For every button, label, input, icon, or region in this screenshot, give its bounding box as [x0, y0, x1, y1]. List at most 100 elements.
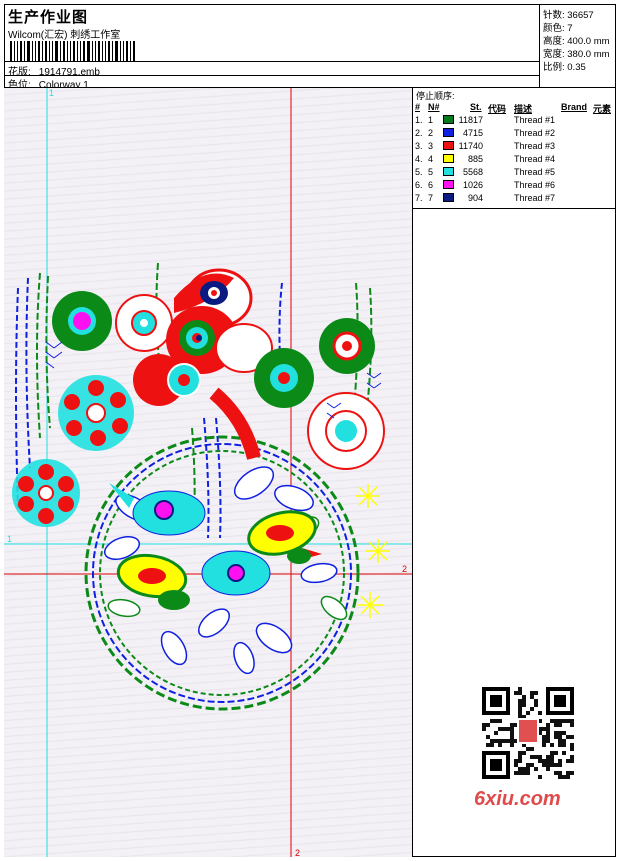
barcode-bar: [38, 41, 40, 61]
barcode-bar: [45, 41, 47, 61]
design-height: 高度: 400.0 mm: [543, 36, 610, 47]
barcode-bar: [32, 41, 33, 61]
barcode-bar: [63, 41, 65, 61]
barcode-bar: [112, 41, 113, 61]
row-description: Thread #5: [514, 167, 556, 177]
flower-red-outline: [115, 294, 173, 352]
flower-green-right-2: [319, 318, 375, 374]
barcode-bar: [49, 41, 50, 61]
row-num: 6.: [415, 180, 423, 190]
row-stitches: 1026: [462, 180, 483, 190]
col-brand: Brand: [561, 102, 588, 112]
row-description: Thread #2: [514, 128, 556, 138]
row-num: 1.: [415, 115, 423, 125]
design-scale: 比例: 0.35: [543, 62, 586, 73]
row-stitches: 11817: [458, 115, 483, 125]
stop-sequence-row: 7. 7 904 Thread #7: [413, 193, 616, 206]
row-stitches: 4715: [462, 128, 483, 138]
col-num: #: [415, 102, 421, 112]
col-desc: 描述: [514, 104, 533, 114]
row-needle: 4: [428, 154, 434, 164]
guide-label-h-red: 2: [402, 564, 407, 574]
row-description: Thread #1: [514, 115, 556, 125]
stop-sequence-row: 4. 4 885 Thread #4: [413, 154, 616, 167]
thread-color-swatch: [443, 154, 454, 163]
col-element: 元素: [593, 104, 612, 114]
flower-green-right-1: [254, 348, 314, 408]
stop-sequence-title: 停止顺序:: [416, 91, 455, 101]
stop-sequence-row: 2. 2 4715 Thread #2: [413, 128, 616, 141]
barcode-bar: [77, 41, 78, 61]
guide-label-h-cyan: 1: [7, 534, 12, 544]
row-description: Thread #3: [514, 141, 556, 151]
barcode-bar: [60, 41, 61, 61]
barcode-bar: [130, 41, 131, 61]
barcode-bar: [126, 41, 128, 61]
sheet-title: 生产作业图: [8, 9, 89, 26]
flower-pink-right: [307, 392, 385, 470]
row-num: 4.: [415, 154, 423, 164]
divider: [4, 61, 539, 62]
flower-left-cyan-2: [12, 459, 80, 527]
barcode-bar: [70, 41, 71, 61]
row-stitches: 904: [467, 193, 483, 203]
embroidery-artwork: 1 1 2: [4, 88, 412, 857]
barcode-bar: [27, 41, 30, 61]
stop-sequence-panel: 停止顺序: # N# St. 代码 描述 Brand 元素 1. 1 11817 Th…: [413, 88, 616, 209]
row-num: 2.: [415, 128, 423, 138]
barcode-bar: [105, 41, 106, 61]
row-needle: 3: [428, 141, 434, 151]
barcode-bar: [10, 41, 12, 61]
stitch-count: 针数: 36657: [543, 10, 594, 21]
thread-color-swatch: [443, 167, 454, 176]
barcode-bar: [67, 41, 68, 61]
barcode-bar: [123, 41, 124, 61]
barcode-bar: [133, 41, 135, 61]
guide-label-v-cyan: 1: [49, 88, 54, 98]
barcode-bar: [92, 41, 93, 61]
barcode-bar: [73, 41, 75, 61]
barcode-bar: [24, 41, 25, 61]
row-num: 5.: [415, 167, 423, 177]
studio-name: Wilcom(汇宏) 刺绣工作室: [8, 30, 121, 41]
col-code: 代码: [488, 104, 507, 114]
col-stitches: St.: [470, 102, 482, 112]
barcode-bar: [20, 41, 22, 61]
watermark-text: 6xiu.com: [474, 788, 561, 810]
col-needle: N#: [428, 102, 440, 112]
thread-color-swatch: [443, 128, 454, 137]
row-needle: 7: [428, 193, 434, 203]
flower-green-magenta: [52, 291, 112, 351]
row-description: Thread #6: [514, 180, 556, 190]
barcode-bar: [87, 41, 90, 61]
barcode-bar: [115, 41, 118, 61]
qr-code-icon: [482, 687, 574, 779]
stop-sequence-row: 6. 6 1026 Thread #6: [413, 180, 616, 193]
barcode-bar: [95, 41, 96, 61]
design-width: 宽度: 380.0 mm: [543, 49, 610, 60]
row-description: Thread #4: [514, 154, 556, 164]
row-stitches: 5568: [462, 167, 483, 177]
row-needle: 1: [428, 115, 434, 125]
design-canvas: 1 1 2: [4, 88, 413, 857]
guide-label-v-red: 2: [295, 848, 301, 858]
row-num: 3.: [415, 141, 423, 151]
barcode-bar: [102, 41, 103, 61]
row-stitches: 885: [467, 154, 483, 164]
flower-left-cyan-1: [58, 375, 134, 451]
stop-sequence-row: 1. 1 11817 Thread #1: [413, 115, 616, 128]
thread-color-swatch: [443, 193, 454, 202]
row-needle: 6: [428, 180, 434, 190]
barcode-bar: [17, 41, 18, 61]
barcode-bar: [108, 41, 110, 61]
row-stitches: 11740: [458, 141, 483, 151]
thread-color-swatch: [443, 115, 454, 124]
barcode-bar: [52, 41, 53, 61]
bird-lower: [201, 550, 271, 596]
row-needle: 5: [428, 167, 434, 177]
sparkles-yellow: [356, 484, 390, 618]
stop-sequence-row: 5. 5 5568 Thread #5: [413, 167, 616, 180]
row-needle: 2: [428, 128, 434, 138]
barcode-bar: [98, 41, 100, 61]
barcode-bar: [55, 41, 58, 61]
